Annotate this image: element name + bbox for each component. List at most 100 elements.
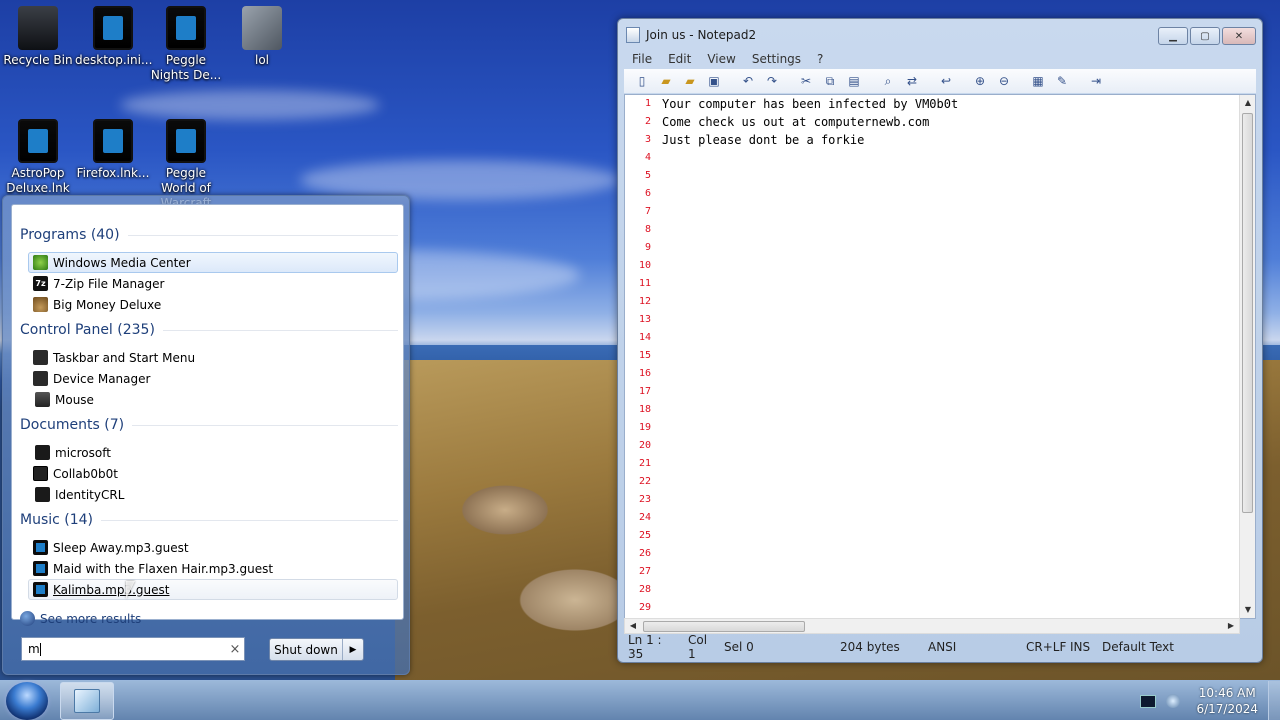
shutdown-button[interactable]: Shut down [270,639,343,660]
result-sleep-away[interactable]: Sleep Away.mp3.guest [28,537,398,558]
status-bar: Ln 1 : 35 Col 1 Sel 0 204 bytes ANSI CR+… [624,633,1256,661]
maximize-button[interactable]: ▢ [1190,27,1220,45]
money-bag-icon [33,297,48,312]
document-icon [33,466,48,481]
shutdown-options-icon[interactable]: ▶ [343,639,363,660]
line-number: 9 [644,242,651,253]
window-title-text: Join us - Notepad2 [646,28,757,42]
word-wrap-icon[interactable]: ↩ [936,72,956,90]
line-number: 19 [638,422,651,433]
desktop-icon-firefox[interactable]: Firefox.lnk... [75,113,151,181]
line-number: 3 [644,134,651,145]
menu-help[interactable]: ? [809,52,831,66]
cut-icon[interactable]: ✂ [796,72,816,90]
menu-file[interactable]: File [624,52,660,66]
scroll-up-icon[interactable]: ▲ [1240,95,1256,111]
line-number: 13 [638,314,651,325]
close-button[interactable]: ✕ [1222,27,1256,45]
result-kalimba[interactable]: Kalimba.mp3.guest [28,579,398,600]
replace-icon[interactable]: ⇄ [902,72,922,90]
line-number: 11 [638,278,651,289]
scroll-down-icon[interactable]: ▼ [1240,602,1256,618]
start-menu[interactable]: Programs (40) Windows Media Center 7z 7-… [2,195,410,675]
redo-icon[interactable]: ↷ [762,72,782,90]
horizontal-scroll-thumb[interactable] [643,621,805,632]
line-number: 15 [638,350,651,361]
show-desktop-button[interactable] [1268,681,1280,720]
folder-icon [242,6,282,50]
minimize-button[interactable]: ▁ [1158,27,1188,45]
music-file-icon [33,540,48,555]
line-number: 24 [638,512,651,523]
category-documents[interactable]: Documents (7) [20,417,398,433]
exit-icon[interactable]: ⇥ [1086,72,1106,90]
status-line-endings: CR+LF [1026,640,1067,654]
result-microsoft[interactable]: microsoft [28,442,398,463]
volume-icon[interactable] [1166,694,1181,708]
taskbar-notepad-button[interactable] [60,682,114,720]
line-number: 4 [644,152,651,163]
search-globe-icon [20,611,35,626]
horizontal-scrollbar[interactable]: ◀ ▶ [624,618,1240,634]
result-taskbar-start-menu[interactable]: Taskbar and Start Menu [28,347,398,368]
menu-settings[interactable]: Settings [744,52,809,66]
vertical-scrollbar[interactable]: ▲ ▼ [1239,95,1255,618]
result-mouse[interactable]: Mouse [28,389,398,410]
undo-icon[interactable]: ↶ [738,72,758,90]
mouse-icon [35,392,50,407]
search-input-value: m [28,642,40,656]
zoom-out-icon[interactable]: ⊖ [994,72,1014,90]
notepad-icon [626,27,640,43]
paste-icon[interactable]: ▤ [844,72,864,90]
result-device-manager[interactable]: Device Manager [28,368,398,389]
desktop-icon-lol[interactable]: lol [224,0,300,68]
see-more-results-link[interactable]: See more results [20,611,141,626]
clear-search-icon[interactable]: × [226,642,244,657]
network-icon[interactable] [1140,694,1157,708]
clock-date: 6/17/2024 [1196,702,1258,716]
desktop-icon-label: AstroPop Deluxe.lnk [6,166,70,195]
result-big-money[interactable]: Big Money Deluxe [28,294,398,315]
category-control-panel[interactable]: Control Panel (235) [20,322,398,338]
notepad-icon [74,689,100,713]
line-number: 26 [638,548,651,559]
line-number: 1 [644,98,651,109]
result-identitycrl[interactable]: IdentityCRL [28,484,398,505]
result-maid-flaxen-hair[interactable]: Maid with the Flaxen Hair.mp3.guest [28,558,398,579]
start-button[interactable] [6,682,48,720]
find-icon[interactable]: ⌕ [878,72,898,90]
menu-view[interactable]: View [699,52,743,66]
start-search-input[interactable]: m × [21,637,245,661]
new-file-icon[interactable]: ▯ [632,72,652,90]
result-collab0b0t[interactable]: Collab0b0t [28,463,398,484]
customize-icon[interactable]: ✎ [1052,72,1072,90]
scroll-left-icon[interactable]: ◀ [625,619,641,633]
desktop-icon-label: lol [254,53,269,67]
save-icon[interactable]: ▣ [704,72,724,90]
taskbar: 10:46 AM 6/17/2024 [0,680,1280,720]
menu-edit[interactable]: Edit [660,52,699,66]
status-mode: INS [1070,640,1091,654]
notepad-window[interactable]: Join us - Notepad2 ▁ ▢ ✕ File Edit View … [617,18,1263,663]
desktop-icon-peggle-nights[interactable]: Peggle Nights De... [148,0,224,83]
desktop-icon-recycle-bin[interactable]: Recycle Bin [0,0,76,68]
open-folder-icon[interactable]: ▰ [656,72,676,90]
7zip-icon: 7z [33,276,48,291]
zoom-in-icon[interactable]: ⊕ [970,72,990,90]
scroll-right-icon[interactable]: ▶ [1223,619,1239,633]
copy-icon[interactable]: ⧉ [820,72,840,90]
browse-icon[interactable]: ▰ [680,72,700,90]
text-editor[interactable]: 1 2 3 4 5 6 7 8 9 10 11 12 13 14 15 16 17 18 19 20 21 22 23 24 2… [624,94,1256,619]
clock[interactable]: 10:46 AM 6/17/2024 [1196,685,1258,717]
editor-text[interactable]: Your computer has been infected by VM0b0… [662,95,958,149]
desktop-icon-desktop-ini[interactable]: desktop.ini... [75,0,152,68]
desktop-icon-astropop[interactable]: AstroPop Deluxe.lnk [0,113,76,196]
scheme-icon[interactable]: ▦ [1028,72,1048,90]
result-windows-media-center[interactable]: Windows Media Center [28,252,398,273]
line-number: 28 [638,584,651,595]
result-7zip[interactable]: 7z 7-Zip File Manager [28,273,398,294]
vertical-scroll-thumb[interactable] [1242,113,1253,513]
category-programs[interactable]: Programs (40) [20,227,398,243]
category-music[interactable]: Music (14) [20,512,398,528]
editor-line: Your computer has been infected by VM0b0… [662,97,959,111]
